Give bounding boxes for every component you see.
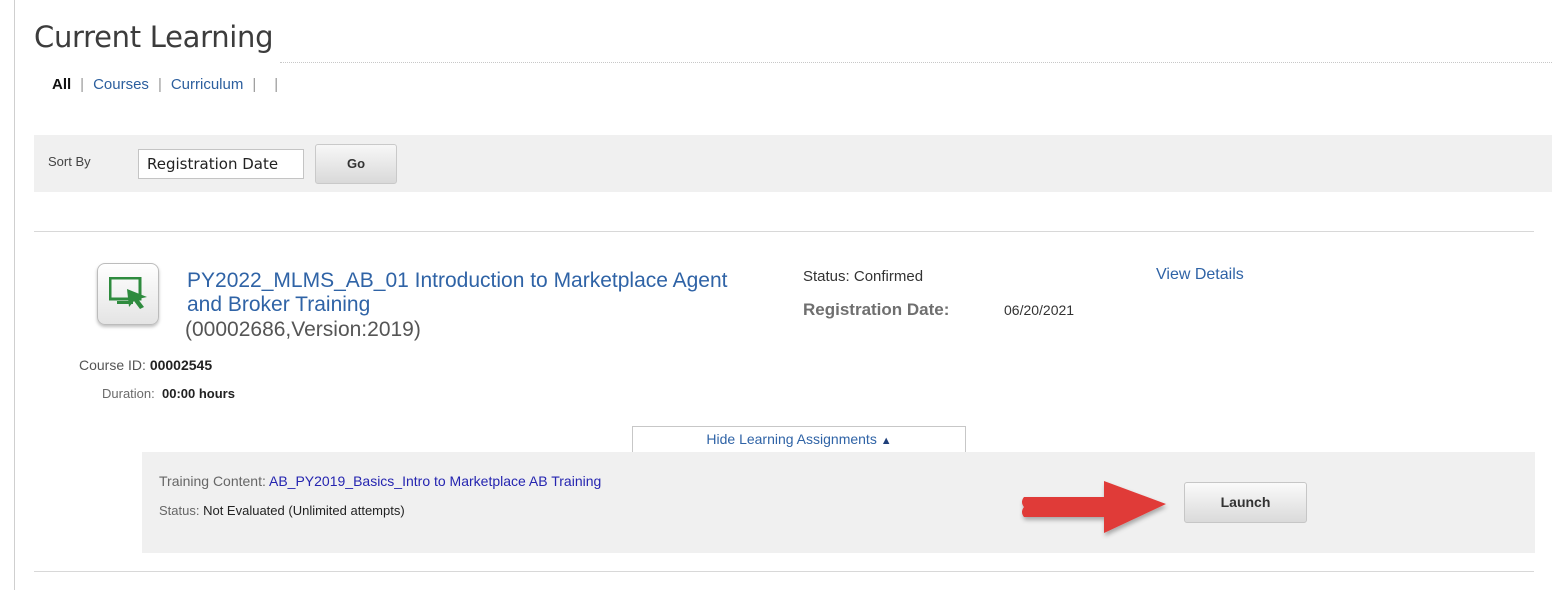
left-border xyxy=(14,0,15,590)
course-id: Course ID: 00002545 xyxy=(79,357,212,373)
filter-separator: | xyxy=(80,76,85,93)
filter-separator: | xyxy=(274,76,279,93)
title-divider xyxy=(280,62,1552,63)
hide-assignments-label: Hide Learning Assignments xyxy=(706,431,877,447)
monitor-cursor-icon xyxy=(97,263,159,325)
course-code-version: (00002686,Version:2019) xyxy=(185,318,421,341)
page-title: Current Learning xyxy=(34,20,274,54)
section-divider xyxy=(34,231,1534,232)
assignment-status-row: Status: Not Evaluated (Unlimited attempt… xyxy=(159,503,405,518)
sort-label: Sort By xyxy=(48,154,91,169)
registration-date-value: 06/20/2021 xyxy=(1004,302,1075,318)
assignment-panel: Training Content: AB_PY2019_Basics_Intro… xyxy=(142,452,1535,553)
hide-assignments-button[interactable]: Hide Learning Assignments ▲ xyxy=(632,426,966,453)
course-duration: Duration: 00:00 hours xyxy=(102,386,235,401)
course-status: Status: Confirmed xyxy=(803,268,923,285)
filter-tabs: All | Courses | Curriculum | | xyxy=(52,76,287,93)
view-details-link[interactable]: View Details xyxy=(1156,266,1244,284)
course-id-label: Course ID: xyxy=(79,357,146,373)
status-value: Confirmed xyxy=(853,268,924,285)
filter-courses[interactable]: Courses xyxy=(93,76,149,93)
course-title-link[interactable]: PY2022_MLMS_AB_01 Introduction to Market… xyxy=(187,269,747,317)
go-button[interactable]: Go xyxy=(315,144,397,184)
sort-bar: Sort By Registration Date Go xyxy=(34,135,1552,192)
filter-all[interactable]: All xyxy=(52,76,71,93)
red-arrow-icon xyxy=(1022,481,1166,533)
training-content-label: Training Content: xyxy=(159,473,266,489)
filter-curriculum[interactable]: Curriculum xyxy=(171,76,244,93)
registration-date-label: Registration Date: xyxy=(803,300,950,319)
duration-value: 00:00 hours xyxy=(161,386,235,401)
section-divider-bottom xyxy=(34,571,1534,572)
triangle-up-icon: ▲ xyxy=(880,435,892,447)
duration-label: Duration: xyxy=(102,386,155,401)
filter-separator: | xyxy=(157,76,162,93)
filter-separator: | xyxy=(252,76,257,93)
training-content-row: Training Content: AB_PY2019_Basics_Intro… xyxy=(159,473,601,489)
sort-select[interactable]: Registration Date xyxy=(138,149,304,179)
assignment-status-label: Status: xyxy=(159,503,200,518)
course-id-value: 00002545 xyxy=(149,357,213,373)
status-label: Status: xyxy=(803,268,850,285)
training-content-link[interactable]: AB_PY2019_Basics_Intro to Marketplace AB… xyxy=(269,473,601,489)
assignment-status-value: Not Evaluated (Unlimited attempts) xyxy=(203,503,405,518)
launch-button[interactable]: Launch xyxy=(1184,482,1307,523)
